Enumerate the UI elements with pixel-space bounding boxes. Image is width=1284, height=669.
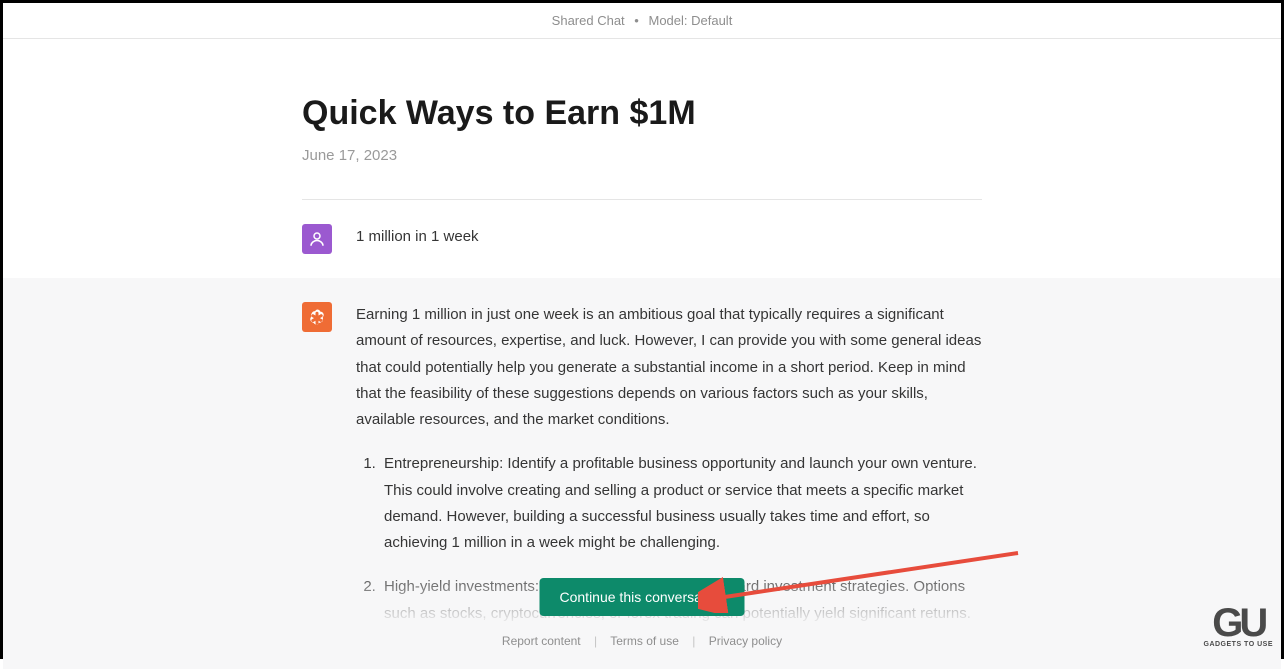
report-content-link[interactable]: Report content — [502, 634, 581, 648]
privacy-policy-link[interactable]: Privacy policy — [709, 634, 782, 648]
page-title: Quick Ways to Earn $1M — [302, 94, 982, 133]
separator-dot: • — [634, 13, 639, 28]
assistant-intro: Earning 1 million in just one week is an… — [356, 302, 982, 433]
person-icon — [308, 230, 326, 248]
title-section: Quick Ways to Earn $1M June 17, 2023 — [302, 39, 982, 200]
continue-conversation-button[interactable]: Continue this conversation — [540, 578, 745, 616]
page-date: June 17, 2023 — [302, 147, 982, 164]
user-message-text: 1 million in 1 week — [356, 224, 982, 250]
footer: Report content | Terms of use | Privacy … — [3, 634, 1281, 648]
shared-chat-label: Shared Chat — [552, 13, 625, 28]
watermark-logo: GU — [1204, 607, 1274, 639]
terms-of-use-link[interactable]: Terms of use — [610, 634, 679, 648]
model-label: Model: Default — [648, 13, 732, 28]
assistant-avatar — [302, 302, 332, 332]
user-avatar — [302, 224, 332, 254]
header-bar: Shared Chat • Model: Default — [3, 3, 1281, 39]
openai-icon — [308, 308, 326, 326]
list-item: Entrepreneurship: Identify a profitable … — [380, 451, 982, 556]
watermark: GU GADGETS TO USE — [1204, 607, 1274, 648]
watermark-text: GADGETS TO USE — [1204, 641, 1274, 648]
footer-separator: | — [594, 634, 597, 648]
user-message-row: 1 million in 1 week — [302, 200, 982, 278]
footer-separator: | — [692, 634, 695, 648]
